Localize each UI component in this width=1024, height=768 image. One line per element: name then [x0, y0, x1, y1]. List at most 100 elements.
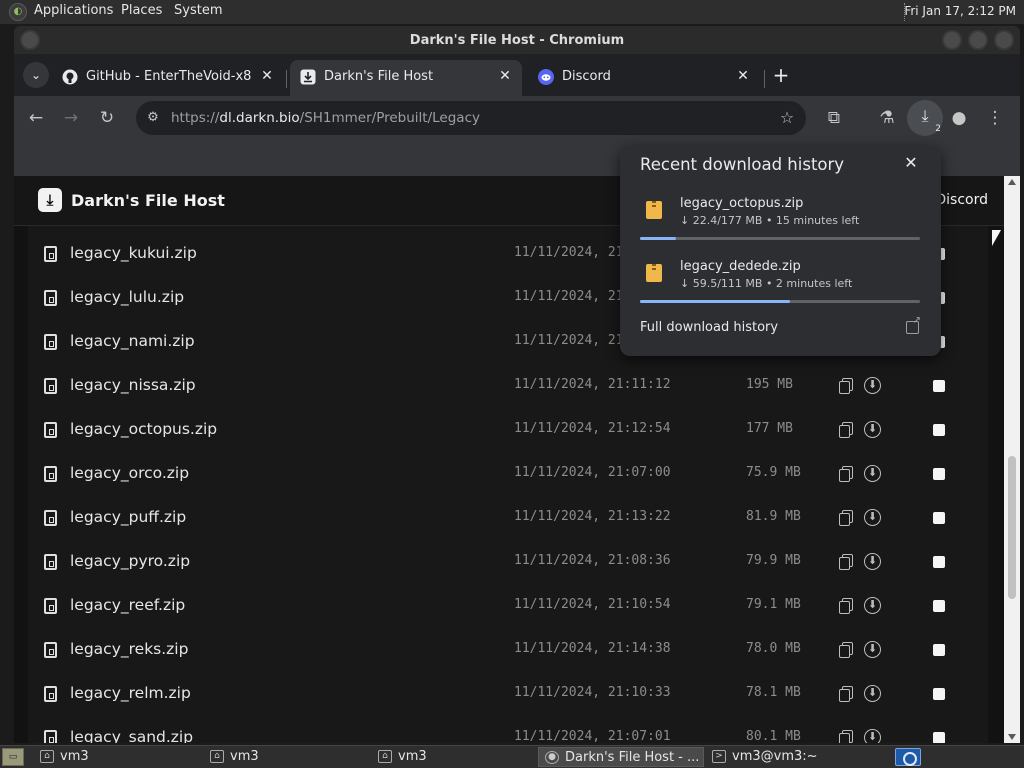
download-file-icon[interactable]: ⬇: [864, 377, 881, 394]
select-checkbox[interactable]: [933, 512, 945, 524]
download-file-icon[interactable]: ⬇: [864, 729, 881, 743]
site-title[interactable]: Darkn's File Host: [71, 191, 225, 210]
window-close-button[interactable]: [994, 30, 1014, 50]
tab-darkns-file-host[interactable]: Darkn's File Host ✕: [290, 60, 522, 96]
file-row[interactable]: legacy_octopus.zip 11/11/2024, 21:12:54 17…: [28, 408, 988, 452]
download-progress-bar: [640, 300, 920, 303]
copy-link-icon[interactable]: [839, 378, 853, 394]
download-file-icon[interactable]: ⬇: [864, 421, 881, 438]
downloads-button[interactable]: ⤓ 2: [907, 100, 943, 136]
file-name-link[interactable]: legacy_relm.zip: [70, 684, 191, 702]
tab-github[interactable]: GitHub - EnterTheVoid-x86/ ✕: [52, 60, 284, 96]
file-row[interactable]: legacy_pyro.zip 11/11/2024, 21:08:36 79.9 …: [28, 540, 988, 584]
new-tab-button[interactable]: +: [768, 63, 794, 89]
maximize-button[interactable]: [968, 30, 988, 50]
file-row[interactable]: legacy_puff.zip 11/11/2024, 21:13:22 81.9 …: [28, 496, 988, 540]
zip-file-icon: [44, 554, 57, 570]
scroll-down-arrow-icon[interactable]: [1008, 734, 1016, 740]
download-file-icon[interactable]: ⬇: [864, 685, 881, 702]
copy-link-icon[interactable]: [839, 642, 853, 658]
select-checkbox[interactable]: [933, 556, 945, 568]
panel-clock[interactable]: Fri Jan 17, 2:12 PM: [904, 4, 1016, 18]
file-name-link[interactable]: legacy_sand.zip: [70, 728, 193, 743]
file-row[interactable]: legacy_nissa.zip 11/11/2024, 21:11:12 195 …: [28, 364, 988, 408]
taskbar-item-terminal[interactable]: > vm3@vm3:~: [706, 747, 872, 767]
workspace-switcher-icon[interactable]: [895, 748, 921, 766]
select-checkbox[interactable]: [933, 424, 945, 436]
discord-link[interactable]: Discord: [935, 192, 988, 208]
copy-link-icon[interactable]: [839, 466, 853, 482]
download-item[interactable]: legacy_octopus.zip ↓ 22.4/177 MB • 15 mi…: [620, 195, 941, 257]
reload-button[interactable]: ↻: [94, 105, 120, 131]
close-icon[interactable]: ✕: [901, 153, 921, 173]
full-download-history-link[interactable]: Full download history: [640, 320, 778, 335]
download-file-icon[interactable]: ⬇: [864, 553, 881, 570]
menu-system[interactable]: System: [174, 3, 222, 18]
gnome-menu-icon[interactable]: ◐: [9, 3, 27, 21]
copy-link-icon[interactable]: [839, 510, 853, 526]
page-scrollbar[interactable]: [1004, 176, 1020, 743]
download-file-icon[interactable]: ⬇: [864, 509, 881, 526]
tab-close-icon[interactable]: ✕: [258, 67, 276, 85]
menu-applications[interactable]: Applications: [34, 3, 113, 18]
select-checkbox[interactable]: [933, 380, 945, 392]
tab-search-button[interactable]: ⌄: [23, 62, 49, 88]
select-checkbox[interactable]: [933, 600, 945, 612]
menu-kebab-icon[interactable]: ⋮: [982, 105, 1008, 131]
show-desktop-button[interactable]: ▭: [2, 748, 24, 766]
file-name-link[interactable]: legacy_lulu.zip: [70, 288, 184, 306]
forward-button[interactable]: →: [58, 105, 84, 131]
address-bar[interactable]: ⚙ https://dl.darkn.bio/SH1mmer/Prebuilt/…: [136, 101, 806, 135]
file-name-link[interactable]: legacy_nissa.zip: [70, 376, 196, 394]
labs-flask-icon[interactable]: ⚗: [874, 105, 900, 131]
zip-file-icon: [44, 378, 57, 394]
tab-close-icon[interactable]: ✕: [496, 67, 514, 85]
select-checkbox[interactable]: [933, 644, 945, 656]
site-logo-icon[interactable]: ⤓: [38, 188, 62, 212]
profile-avatar-icon[interactable]: ●: [946, 105, 972, 131]
minimize-button[interactable]: [942, 30, 962, 50]
file-name-link[interactable]: legacy_reks.zip: [70, 640, 188, 658]
site-info-icon[interactable]: ⚙: [144, 109, 162, 127]
window-titlebar[interactable]: Darkn's File Host - Chromium: [14, 26, 1020, 54]
back-button[interactable]: ←: [23, 105, 49, 131]
select-checkbox[interactable]: [933, 732, 945, 743]
download-file-icon[interactable]: ⬇: [864, 641, 881, 658]
taskbar-item-vm3[interactable]: ⌂ vm3: [34, 747, 200, 767]
extensions-icon[interactable]: ⧉: [821, 105, 847, 131]
scrollbar-thumb[interactable]: [1008, 456, 1016, 599]
file-name-link[interactable]: legacy_reef.zip: [70, 596, 185, 614]
select-checkbox[interactable]: [933, 688, 945, 700]
file-name-link[interactable]: legacy_nami.zip: [70, 332, 195, 350]
file-name-link[interactable]: legacy_octopus.zip: [70, 420, 217, 438]
file-row[interactable]: legacy_relm.zip 11/11/2024, 21:10:33 78.1 …: [28, 672, 988, 716]
copy-link-icon[interactable]: [839, 730, 853, 743]
download-file-icon[interactable]: ⬇: [864, 465, 881, 482]
copy-link-icon[interactable]: [839, 598, 853, 614]
open-external-icon[interactable]: [906, 315, 921, 334]
copy-link-icon[interactable]: [839, 686, 853, 702]
copy-link-icon[interactable]: [839, 554, 853, 570]
download-item[interactable]: legacy_dedede.zip ↓ 59.5/111 MB • 2 minu…: [620, 258, 941, 320]
zip-file-icon: [44, 510, 57, 526]
file-name-link[interactable]: legacy_puff.zip: [70, 508, 186, 526]
file-name-link[interactable]: legacy_pyro.zip: [70, 552, 190, 570]
scroll-up-arrow-icon[interactable]: [1008, 179, 1016, 185]
download-file-icon[interactable]: ⬇: [864, 597, 881, 614]
taskbar-item-vm3[interactable]: ⌂ vm3: [372, 747, 538, 767]
file-row[interactable]: legacy_reks.zip 11/11/2024, 21:14:38 78.0 …: [28, 628, 988, 672]
taskbar-item-vm3[interactable]: ⌂ vm3: [204, 747, 370, 767]
file-row[interactable]: legacy_orco.zip 11/11/2024, 21:07:00 75.9 …: [28, 452, 988, 496]
file-row[interactable]: legacy_reef.zip 11/11/2024, 21:10:54 79.1 …: [28, 584, 988, 628]
select-checkbox[interactable]: [933, 468, 945, 480]
file-name-link[interactable]: legacy_orco.zip: [70, 464, 189, 482]
bookmark-star-icon[interactable]: ☆: [776, 107, 798, 129]
file-row[interactable]: legacy_sand.zip 11/11/2024, 21:07:01 80.1 …: [28, 716, 988, 743]
taskbar-item-chromium[interactable]: ● Darkn's File Host - ...: [538, 747, 704, 767]
file-name-link[interactable]: legacy_kukui.zip: [70, 244, 197, 262]
menu-places[interactable]: Places: [121, 3, 162, 18]
tab-discord[interactable]: Discord ✕: [528, 60, 760, 96]
copy-link-icon[interactable]: [839, 422, 853, 438]
tab-close-icon[interactable]: ✕: [734, 67, 752, 85]
url-text[interactable]: https://dl.darkn.bio/SH1mmer/Prebuilt/Le…: [171, 110, 480, 126]
